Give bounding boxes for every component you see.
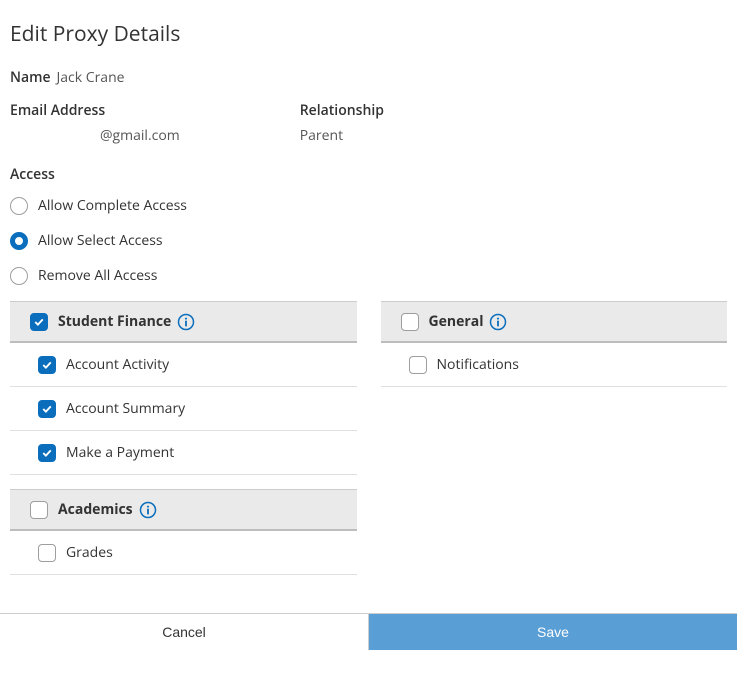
group-title: Student Finance xyxy=(58,312,171,331)
radio-remove-access[interactable]: Remove All Access xyxy=(10,266,727,285)
group-academics: Academics Grades xyxy=(10,489,357,575)
item-label: Notifications xyxy=(437,355,519,374)
access-label: Access xyxy=(10,165,727,184)
radio-icon xyxy=(10,232,28,250)
checkbox-general[interactable] xyxy=(401,313,419,331)
info-icon[interactable] xyxy=(139,501,157,519)
radio-complete-access[interactable]: Allow Complete Access xyxy=(10,196,727,215)
item-notifications: Notifications xyxy=(381,343,728,387)
email-value: @gmail.com xyxy=(100,126,180,145)
email-col: Email Address @gmail.com xyxy=(10,101,180,145)
group-general: General Notifications xyxy=(381,301,728,387)
checkbox-account-summary[interactable] xyxy=(38,400,56,418)
relationship-col: Relationship Parent xyxy=(300,101,390,145)
radio-select-access[interactable]: Allow Select Access xyxy=(10,231,727,250)
info-icon[interactable] xyxy=(489,313,507,331)
cancel-button[interactable]: Cancel xyxy=(0,614,369,650)
checkbox-student-finance[interactable] xyxy=(30,313,48,331)
checkbox-account-activity[interactable] xyxy=(38,356,56,374)
page-title: Edit Proxy Details xyxy=(10,20,727,48)
checkbox-notifications[interactable] xyxy=(409,356,427,374)
item-account-activity: Account Activity xyxy=(10,343,357,387)
radio-icon xyxy=(10,197,28,215)
name-label: Name xyxy=(10,68,51,87)
group-header-student-finance: Student Finance xyxy=(10,301,357,343)
relationship-label: Relationship xyxy=(300,101,384,120)
item-label: Grades xyxy=(66,543,113,562)
radio-label: Allow Select Access xyxy=(38,231,163,250)
group-header-general: General xyxy=(381,301,728,343)
checkbox-grades[interactable] xyxy=(38,544,56,562)
info-icon[interactable] xyxy=(177,313,195,331)
group-title: Academics xyxy=(58,500,133,519)
footer: Cancel Save xyxy=(0,613,737,650)
group-student-finance: Student Finance Account Activity Accoun xyxy=(10,301,357,475)
radio-label: Allow Complete Access xyxy=(38,196,187,215)
checkbox-academics[interactable] xyxy=(30,501,48,519)
radio-label: Remove All Access xyxy=(38,266,157,285)
item-make-payment: Make a Payment xyxy=(10,431,357,475)
save-button[interactable]: Save xyxy=(369,614,737,650)
name-row: Name Jack Crane xyxy=(10,68,727,87)
item-label: Make a Payment xyxy=(66,443,174,462)
item-label: Account Summary xyxy=(66,399,185,418)
relationship-value: Parent xyxy=(300,126,390,145)
item-grades: Grades xyxy=(10,531,357,575)
checkbox-make-payment[interactable] xyxy=(38,444,56,462)
radio-icon xyxy=(10,267,28,285)
email-label: Email Address xyxy=(10,101,174,120)
group-title: General xyxy=(429,312,484,331)
name-value: Jack Crane xyxy=(57,68,125,87)
item-label: Account Activity xyxy=(66,355,169,374)
item-account-summary: Account Summary xyxy=(10,387,357,431)
group-header-academics: Academics xyxy=(10,489,357,531)
